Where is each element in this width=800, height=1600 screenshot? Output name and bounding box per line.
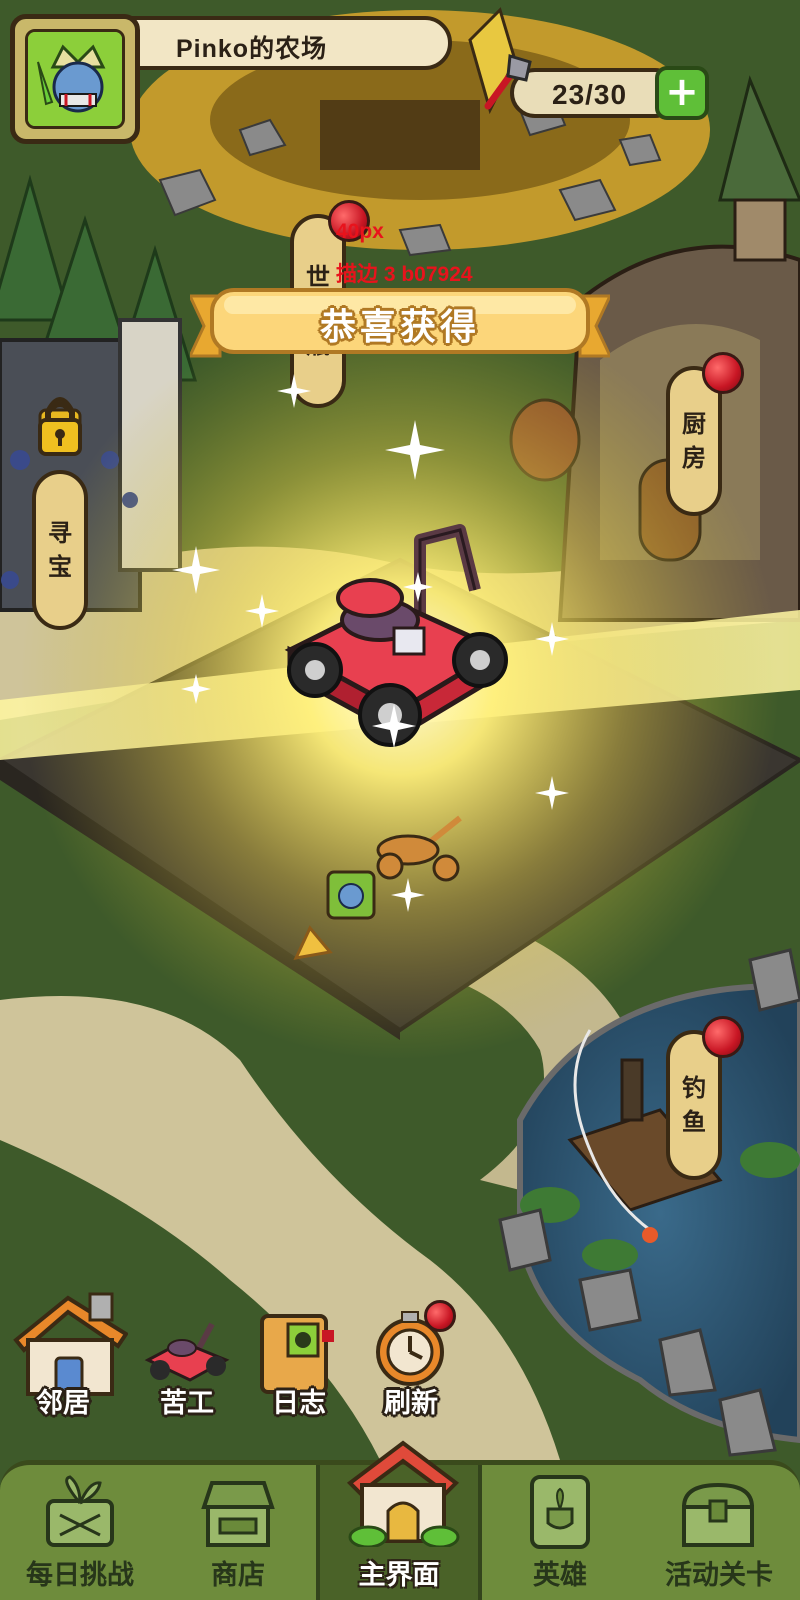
worker-button[interactable]: 苦工 — [132, 1290, 242, 1420]
nav-shop-label: 商店 — [211, 1560, 265, 1591]
journal-button[interactable]: 日志 — [244, 1290, 354, 1420]
nav-daily-challenge[interactable]: 每日挑战 — [0, 1465, 160, 1600]
nav-hero-label: 英雄 — [533, 1560, 587, 1591]
scooter-icon — [376, 815, 462, 882]
journal-label: 日志 — [272, 1388, 326, 1419]
shop-icon — [201, 1481, 275, 1547]
nav-home[interactable]: 主界面 — [316, 1440, 482, 1600]
neighbor-button[interactable]: 邻居 — [8, 1290, 128, 1420]
nav-shop[interactable]: 商店 — [160, 1465, 316, 1600]
home-icon — [346, 1440, 460, 1547]
neighbor-label: 邻居 — [36, 1388, 90, 1419]
daily-challenge-icon — [46, 1475, 114, 1547]
nav-event-levels-label: 活动关卡 — [665, 1560, 773, 1591]
hero-card-icon — [530, 1475, 590, 1549]
worker-mower-icon — [144, 1322, 230, 1382]
treasure-chest-icon — [681, 1482, 755, 1547]
bottom-navigation-bar: 每日挑战 商店 主界面 英雄 活动关卡 — [0, 1440, 800, 1600]
nav-event-levels[interactable]: 活动关卡 — [638, 1465, 800, 1600]
refresh-label: 刷新 — [384, 1388, 438, 1419]
player-location-marker-icon — [293, 870, 376, 960]
nav-hero[interactable]: 英雄 — [482, 1465, 638, 1600]
nav-daily-challenge-label: 每日挑战 — [26, 1560, 134, 1591]
worker-label: 苦工 — [160, 1388, 214, 1419]
nav-home-label: 主界面 — [358, 1560, 440, 1591]
refresh-button[interactable]: 刷新 — [356, 1290, 466, 1420]
refresh-notification-dot — [424, 1300, 456, 1332]
